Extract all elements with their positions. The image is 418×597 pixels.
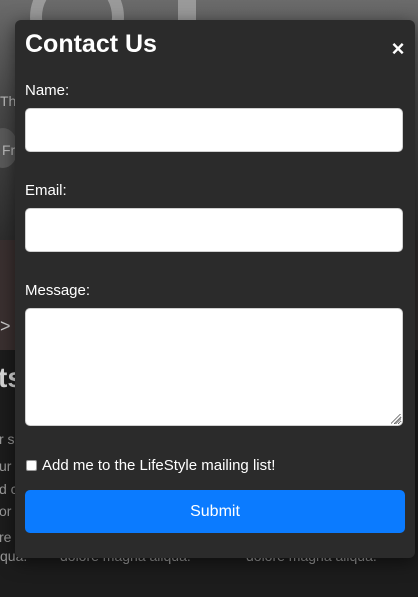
email-label: Email: [25,182,67,199]
bg-text-4: or [0,503,12,519]
bg-text-2: ur [0,458,12,474]
name-input[interactable] [25,108,403,152]
hero-text-line-2: Fr [2,142,16,158]
modal-title: Contact Us [25,30,157,58]
message-textarea[interactable] [25,308,403,426]
name-label: Name: [25,82,70,99]
mailing-list-checkbox[interactable] [26,459,37,471]
carousel-next-arrow[interactable]: > [0,316,11,337]
mailing-list-label[interactable]: Add me to the LifeStyle mailing list! [42,457,275,474]
message-label: Message: [25,282,91,299]
close-icon[interactable]: × [387,38,409,60]
submit-button[interactable]: Submit [25,490,405,533]
mailing-list-row: Add me to the LifeStyle mailing list! [25,455,275,475]
hero-text-line-1: Th [0,93,17,109]
bg-text-5: re [0,529,12,545]
email-input[interactable] [25,208,403,252]
bg-text-1: r s [0,431,15,447]
contact-modal: Contact Us × Name: Email: Message: Add m… [15,20,415,558]
